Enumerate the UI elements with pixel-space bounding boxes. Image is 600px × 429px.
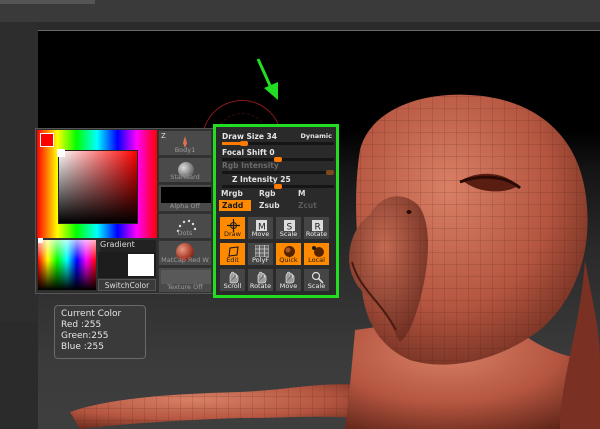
z-intensity-slider[interactable]: Z Intensity 25 — [220, 173, 336, 189]
z-marker: Z — [161, 132, 166, 140]
slider-track — [222, 141, 334, 146]
texture-icon — [161, 270, 211, 284]
move-label: Move — [251, 230, 270, 238]
texture-button[interactable]: Texture Off — [158, 267, 212, 293]
color-picker-handle[interactable] — [57, 149, 65, 157]
draw-size-slider[interactable]: Draw Size 34 Dynamic — [220, 130, 336, 146]
standard-brush-button[interactable]: Standard — [158, 157, 212, 183]
rotate-view-label: Rotate — [249, 282, 272, 290]
zcut-button[interactable]: Zcut — [298, 201, 317, 210]
gradient-label[interactable]: Gradient — [100, 240, 156, 252]
draw-size-label: Draw Size 34 — [222, 132, 277, 141]
tile-label: Dots — [177, 229, 193, 237]
current-color-tooltip: Current Color Red :255 Green:255 Blue :2… — [54, 305, 146, 359]
scroll-view-button[interactable]: Scroll — [219, 268, 246, 292]
tile-label: Alpha Off — [169, 202, 201, 210]
tooltip-red: Red :255 — [61, 320, 102, 330]
scroll-label: Scroll — [223, 282, 242, 290]
zsub-button[interactable]: Zsub — [259, 201, 280, 210]
local-button[interactable]: Local — [303, 242, 330, 266]
tooltip-blue: Blue :255 — [61, 342, 104, 352]
mesh-tile-button[interactable]: Z Body1 — [158, 130, 212, 156]
gradient-swatch[interactable] — [38, 240, 96, 290]
move-view-label: Move — [279, 282, 298, 290]
tooltip-green: Green:255 — [61, 331, 109, 341]
rotate-view-button[interactable]: Rotate — [247, 268, 274, 292]
stroke-button[interactable]: Dots — [158, 213, 212, 239]
quick-button[interactable]: Quick — [275, 242, 302, 266]
switch-color-button[interactable]: SwitchColor — [98, 279, 156, 291]
m-button[interactable]: M — [298, 189, 305, 198]
edit-button[interactable]: Edit — [219, 242, 246, 266]
matcap-button[interactable]: MatCap Red W — [158, 240, 212, 266]
tooltip-title: Current Color — [61, 309, 122, 319]
move-button[interactable]: M Move — [247, 216, 274, 240]
tile-label: Standard — [170, 173, 200, 181]
mrgb-button[interactable]: Mrgb — [221, 189, 243, 198]
tile-label: Body1 — [174, 146, 196, 154]
brush-tool-panel: Draw Size 34 Dynamic Focal Shift 0 Rgb I… — [213, 124, 339, 298]
draw-button[interactable]: Draw — [219, 216, 246, 240]
rgb-intensity-label: Rgb Intensity — [222, 161, 279, 170]
polyframe-label: PolyF — [251, 256, 270, 264]
rotate-button[interactable]: R Rotate — [303, 216, 330, 240]
secondary-color-swatch[interactable] — [128, 254, 154, 276]
arrow-pointer-icon — [256, 58, 278, 100]
scale-view-button[interactable]: Scale — [303, 268, 330, 292]
scale-view-label: Scale — [307, 282, 326, 290]
quick-label: Quick — [279, 256, 298, 264]
scale-button[interactable]: S Scale — [275, 216, 302, 240]
local-label: Local — [308, 256, 325, 264]
color-picker-square[interactable] — [58, 150, 138, 224]
rgb-button[interactable]: Rgb — [259, 189, 276, 198]
gradient-marker — [38, 238, 43, 243]
main-color-swatch[interactable] — [40, 133, 54, 147]
tile-label: Texture Off — [167, 283, 203, 291]
tile-label: MatCap Red W — [161, 256, 209, 264]
z-intensity-label: Z Intensity 25 — [232, 175, 291, 184]
alpha-icon — [161, 187, 211, 203]
draw-label: Draw — [224, 230, 241, 238]
edit-label: Edit — [226, 256, 239, 264]
polyframe-button[interactable]: PolyF — [247, 242, 274, 266]
alpha-button[interactable]: Alpha Off — [158, 184, 212, 212]
move-view-button[interactable]: Move — [275, 268, 302, 292]
dynamic-button[interactable]: Dynamic — [300, 132, 332, 140]
slider-track — [222, 184, 334, 189]
scale-label: Scale — [279, 230, 298, 238]
rotate-label: Rotate — [305, 230, 328, 238]
zadd-button[interactable]: Zadd — [219, 200, 252, 211]
focal-shift-label: Focal Shift 0 — [222, 148, 275, 157]
